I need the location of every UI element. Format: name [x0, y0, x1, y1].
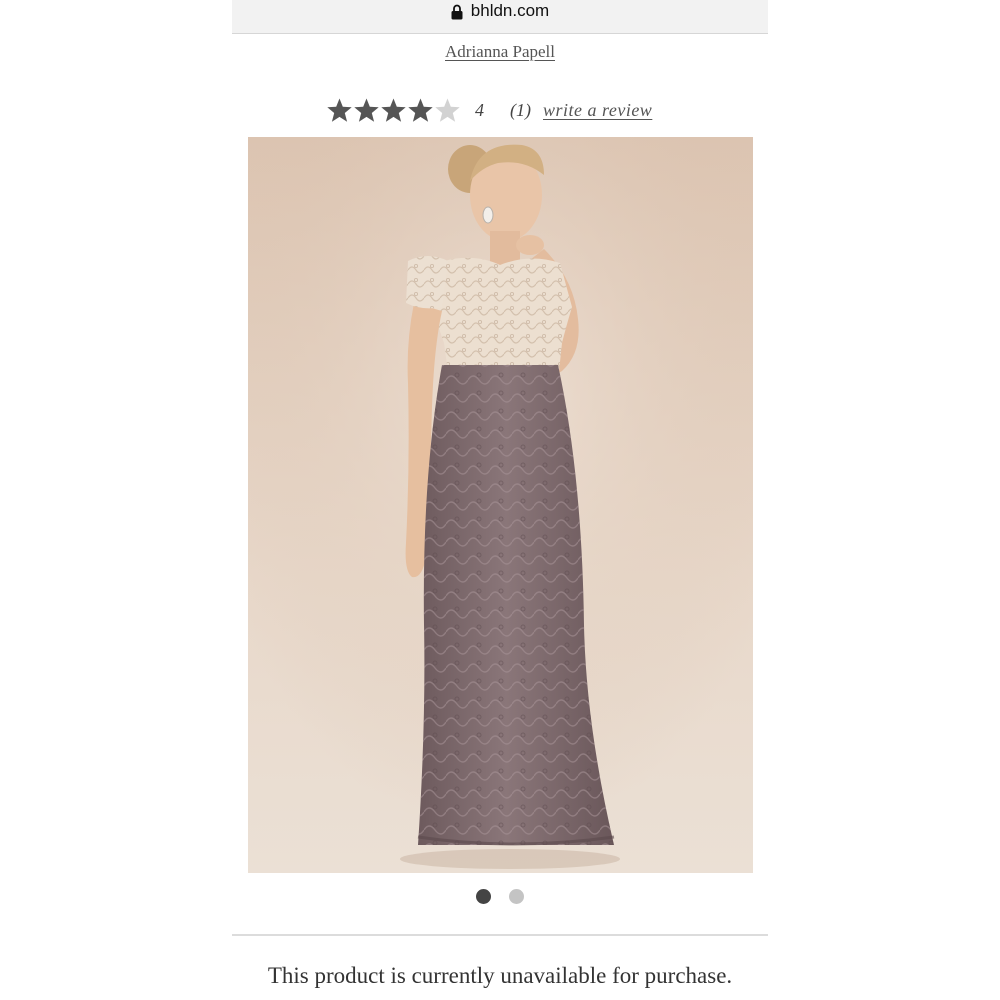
brand-link[interactable]: Adrianna Papell	[445, 42, 555, 61]
availability-message: This product is currently unavailable fo…	[267, 963, 733, 988]
star-filled-icon	[380, 97, 407, 124]
star-filled-icon	[407, 97, 434, 124]
rating-row: 4 (1) write a review	[326, 94, 652, 126]
url-text: bhldn.com	[470, 0, 550, 20]
brand-name-container: Adrianna Papell	[0, 42, 1000, 62]
star-empty-icon	[434, 97, 461, 124]
product-page: bhldn.com Adrianna Papell 4 (1) write a …	[0, 0, 1000, 1000]
rating-value: 4	[475, 99, 484, 120]
review-count[interactable]: (1)	[510, 100, 531, 121]
lock-icon	[451, 2, 465, 20]
product-photo	[248, 137, 753, 873]
star-rating	[326, 97, 461, 124]
carousel-dots	[0, 889, 1000, 904]
write-review-link[interactable]: write a review	[543, 100, 652, 121]
carousel-dot[interactable]	[509, 889, 524, 904]
product-image[interactable]	[248, 137, 753, 873]
divider	[232, 934, 768, 936]
star-filled-icon	[353, 97, 380, 124]
carousel-dot[interactable]	[476, 889, 491, 904]
browser-url-bar[interactable]: bhldn.com	[232, 0, 768, 34]
star-filled-icon	[326, 97, 353, 124]
